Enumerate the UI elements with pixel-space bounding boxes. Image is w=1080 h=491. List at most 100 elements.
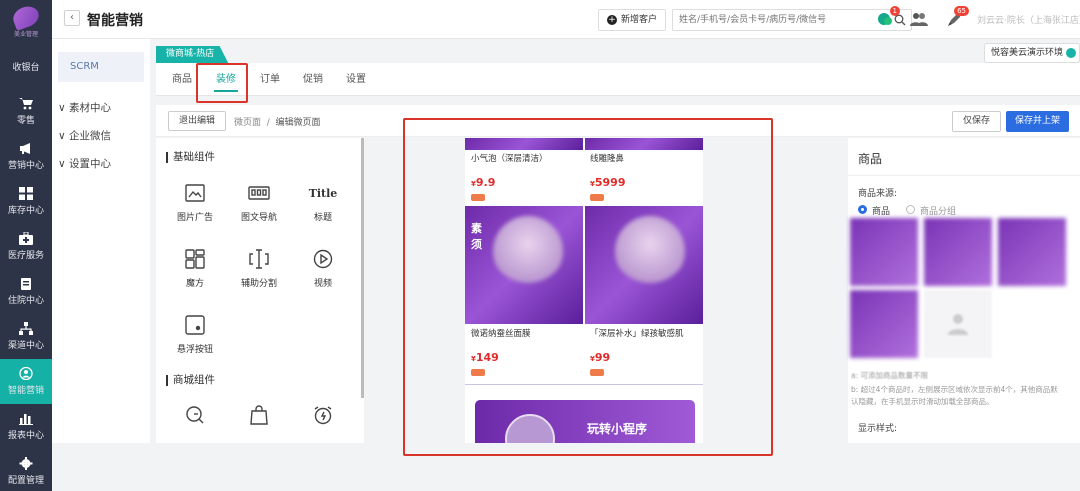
image-ad-icon <box>183 182 207 204</box>
user-menu[interactable]: 刘云云·院长（上海张江店） <box>977 13 1080 26</box>
subnav-group-wecom[interactable]: ∨ 企业微信 <box>52 122 150 150</box>
subnav-group-settings-center[interactable]: ∨ 设置中心 <box>52 150 150 178</box>
basic-components-title: 基础组件 <box>166 152 215 163</box>
sidebar-item-report-center[interactable]: 报表中心 <box>0 404 52 449</box>
store-tag[interactable]: 微商城-热店 <box>156 46 229 63</box>
tab-bar: 商品 装修 订单 促销 设置 <box>156 63 1080 96</box>
component-image-ad[interactable]: 图片广告 <box>170 182 220 223</box>
rocket-badge: 65 <box>954 6 969 16</box>
component-flash-sale[interactable] <box>298 404 348 432</box>
environment-button[interactable]: 悦容美云演示环境 <box>983 43 1080 63</box>
hint-text: a: 可添加商品数量不限 <box>851 371 929 380</box>
float-button-icon <box>183 314 207 336</box>
sidebar-item-retail[interactable]: 零售 <box>0 89 52 134</box>
component-video[interactable]: 视频 <box>298 248 348 289</box>
subnav-group-label: 企业微信 <box>69 130 112 142</box>
sidebar-item-smart-marketing[interactable]: 智能营销 <box>0 359 52 404</box>
mall-components-title: 商城组件 <box>166 375 215 386</box>
sidebar-item-label: 配置管理 <box>7 475 44 486</box>
product-thumbnail[interactable] <box>850 218 918 286</box>
divider-icon <box>247 248 271 270</box>
breadcrumb: 微页面 / 编辑微页面 <box>234 118 321 128</box>
rocket-notification-button[interactable]: 65 <box>945 6 969 27</box>
sidebar-item-channel-center[interactable]: 渠道中心 <box>0 314 52 359</box>
component-image-text-nav[interactable]: 图文导航 <box>234 182 284 223</box>
plus-icon: + <box>607 15 617 25</box>
component-label: 悬浮按钮 <box>176 345 213 355</box>
exit-edit-button[interactable]: 退出编辑 <box>168 111 227 131</box>
component-label: 图片广告 <box>176 213 213 223</box>
sidebar-item-label: 智能营销 <box>7 385 44 396</box>
sidebar-item-label: 报表中心 <box>7 430 44 441</box>
subnav-group-material-center[interactable]: ∨ 素材中心 <box>52 94 150 122</box>
subnav-group-label: 设置中心 <box>69 158 112 170</box>
sidebar-item-label: 住院中心 <box>7 295 44 306</box>
component-label: 辅助分割 <box>240 279 277 289</box>
component-shopping-bag[interactable] <box>234 404 284 432</box>
component-divider[interactable]: 辅助分割 <box>234 248 284 289</box>
save-only-button[interactable]: 仅保存 <box>952 111 1002 132</box>
save-publish-button[interactable]: 保存并上架 <box>1006 111 1070 132</box>
display-style-label: 显示样式: <box>858 424 898 434</box>
tab-settings[interactable]: 设置 <box>346 63 366 96</box>
environment-label: 悦容美云演示环境 <box>990 48 1063 58</box>
shopping-bag-icon <box>247 404 271 426</box>
subnav-group-label: 素材中心 <box>69 102 112 114</box>
sidebar-item-inpatient-center[interactable]: 住院中心 <box>0 269 52 314</box>
source-label: 商品来源: <box>858 189 898 199</box>
back-button[interactable]: ‹ <box>64 10 80 26</box>
component-panel: 基础组件 图片广告 图文导航 Title 标题 魔方 辅助分割 视频 悬浮按钮 <box>156 138 364 443</box>
title-icon: Title <box>308 182 338 204</box>
main-sidebar: 美业管理 收银台 零售 营销中心 库存中心 医疗服务 住院中心 渠道中心 智能营… <box>0 0 52 491</box>
tab-promotion[interactable]: 促销 <box>303 63 323 96</box>
highlight-box-preview <box>403 118 773 456</box>
sidebar-item-label: 渠道中心 <box>7 340 44 351</box>
tab-orders[interactable]: 订单 <box>260 63 280 96</box>
add-product-slot[interactable] <box>924 290 992 358</box>
image-text-nav-icon <box>247 182 271 204</box>
page-title: 智能营销 <box>87 13 143 29</box>
megaphone-icon <box>19 143 33 155</box>
title-glyph: Title <box>308 186 338 200</box>
config-panel: 商品 商品来源: 商品 商品分组 a: 可添加商品数量不限 b: 超过4个商品时… <box>848 138 1080 443</box>
product-thumbnail[interactable] <box>850 290 918 358</box>
component-search[interactable] <box>170 404 220 432</box>
cart-icon <box>19 98 33 110</box>
users-icon <box>910 13 928 26</box>
customers-button[interactable] <box>910 11 928 27</box>
sidebar-item-marketing-center[interactable]: 营销中心 <box>0 134 52 179</box>
search-input[interactable] <box>673 10 883 30</box>
breadcrumb-link[interactable]: 微页面 <box>234 118 261 128</box>
sidebar-item-cashier[interactable]: 收银台 <box>0 44 52 89</box>
radio-source-group[interactable] <box>906 205 915 214</box>
bar-chart-icon <box>19 413 33 425</box>
sidebar-item-label: 零售 <box>16 115 35 126</box>
sidebar-item-config-management[interactable]: 配置管理 <box>0 449 52 491</box>
grid-icon <box>19 187 33 200</box>
search-icon <box>183 404 207 426</box>
hint-text: b: 超过4个商品时，左侧展示区域依次显示前4个，其他商品默 <box>851 385 1058 394</box>
video-icon <box>311 248 335 270</box>
sidebar-item-inventory-center[interactable]: 库存中心 <box>0 179 52 224</box>
sidebar-item-medical-service[interactable]: 医疗服务 <box>0 224 52 269</box>
clipboard-icon <box>19 278 33 290</box>
new-customer-button[interactable]: + 新增客户 <box>598 9 667 31</box>
logo-mark <box>10 2 42 31</box>
gear-icon <box>19 457 33 470</box>
breadcrumb-current: 编辑微页面 <box>275 118 321 128</box>
product-thumbnail[interactable] <box>998 218 1066 286</box>
hierarchy-icon <box>19 322 33 335</box>
component-title[interactable]: Title 标题 <box>298 182 348 224</box>
config-title: 商品 <box>858 152 883 166</box>
component-label: 魔方 <box>185 279 204 289</box>
subnav-item-scrm[interactable]: SCRM <box>58 52 144 82</box>
tab-products[interactable]: 商品 <box>172 63 192 96</box>
chat-notification-button[interactable]: 1 <box>876 6 900 27</box>
product-thumbnail[interactable] <box>924 218 992 286</box>
medical-kit-icon <box>19 232 33 245</box>
radio-source-product[interactable] <box>858 205 867 214</box>
component-float-button[interactable]: 悬浮按钮 <box>170 314 220 355</box>
sidebar-item-label: 收银台 <box>12 63 40 73</box>
component-magic-cube[interactable]: 魔方 <box>170 248 220 289</box>
radio-label: 商品 <box>872 207 891 217</box>
